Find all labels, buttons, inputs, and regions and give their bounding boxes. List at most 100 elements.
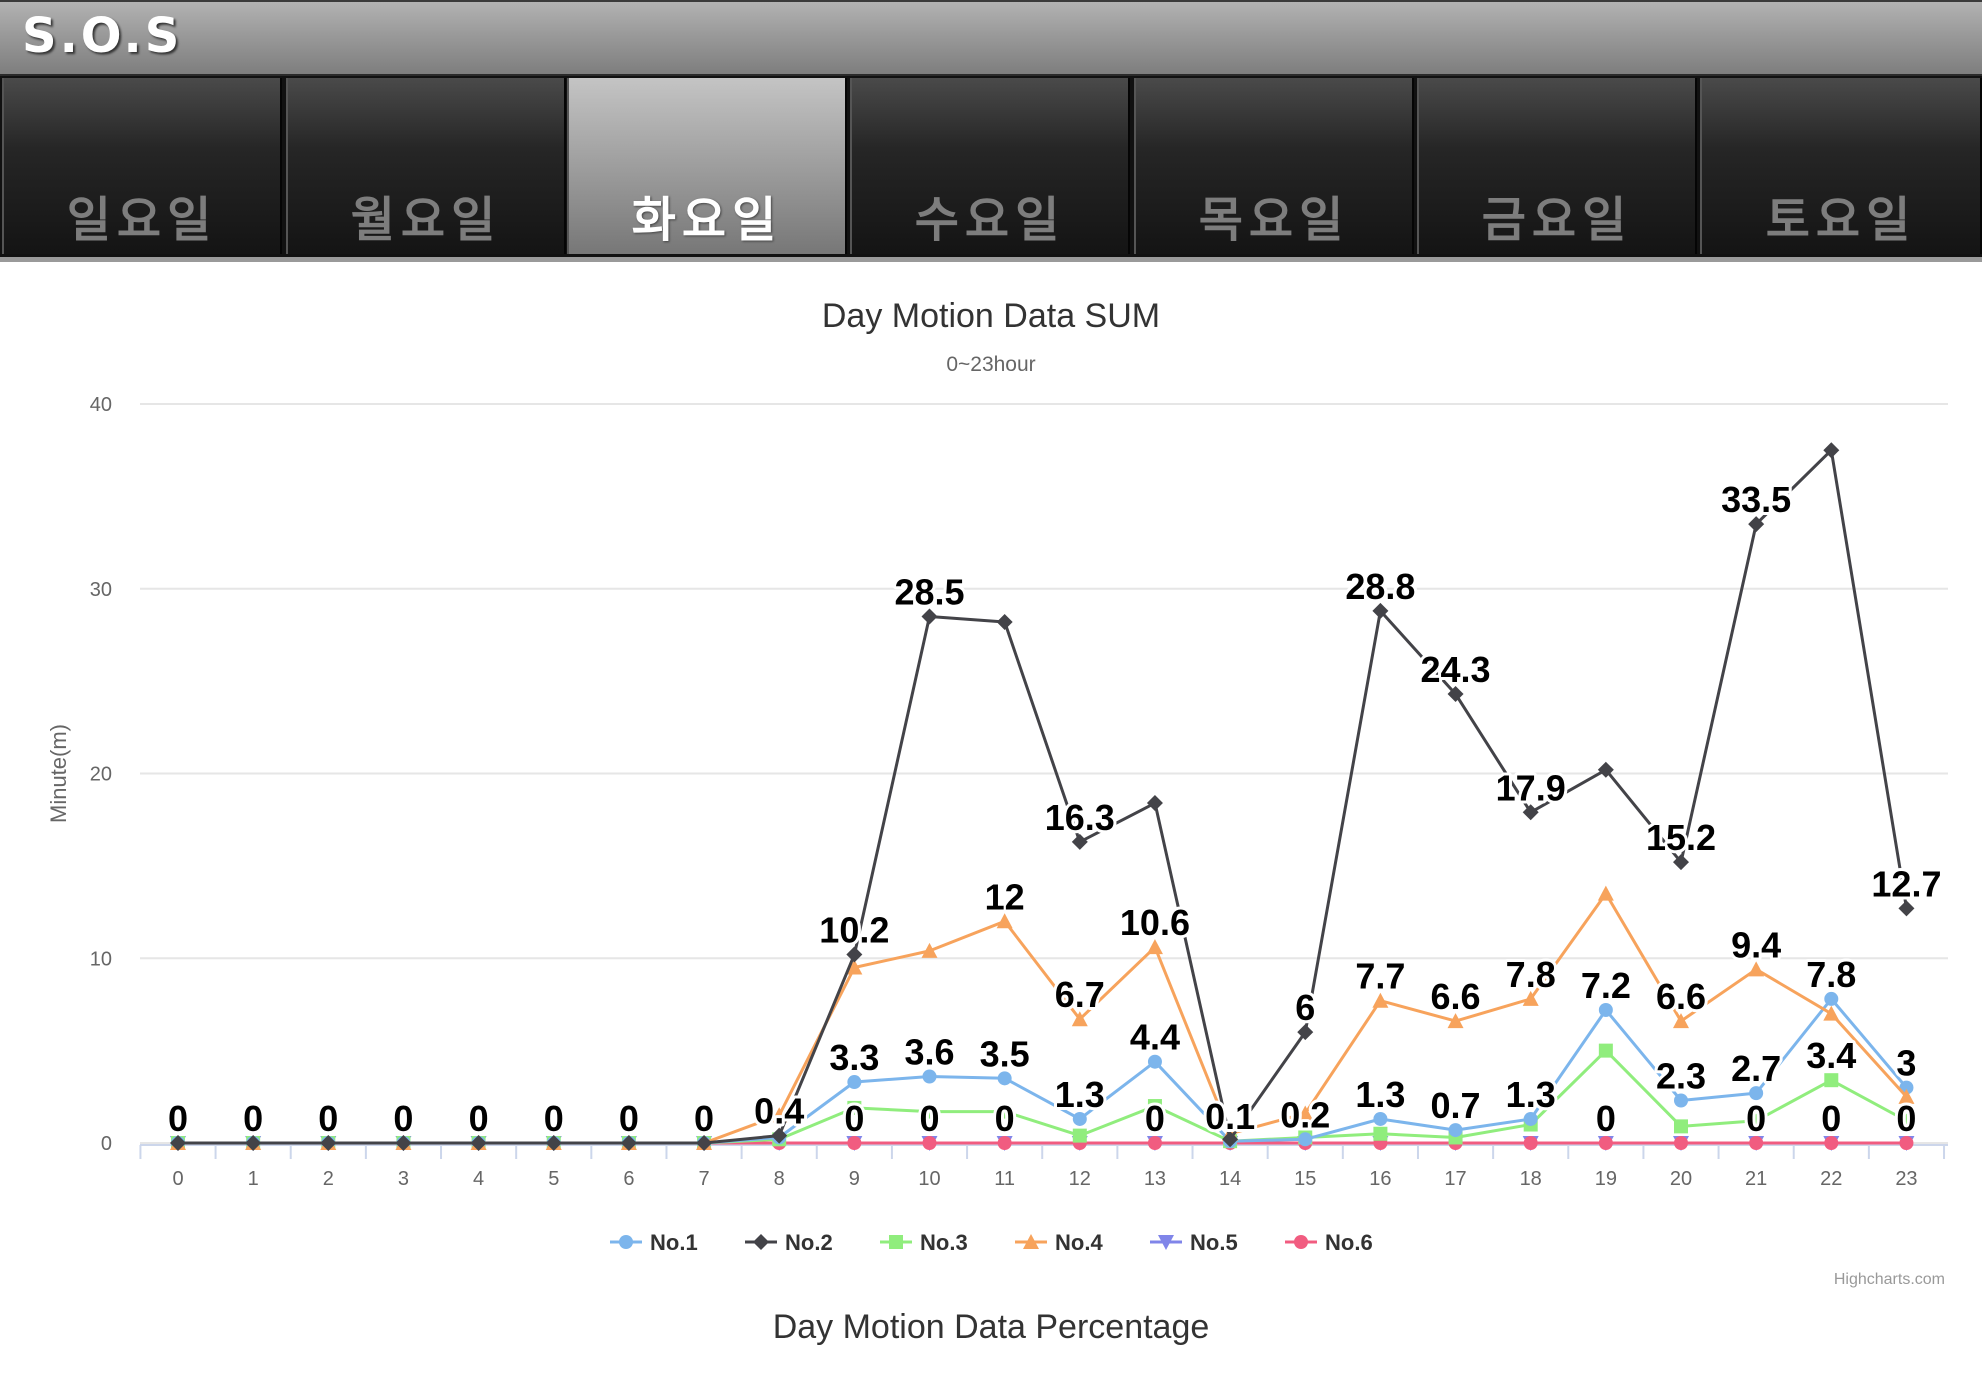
series-no3 [171,1043,1914,1150]
data-point-marker [921,942,938,958]
data-label: 3.6 [904,1031,954,1072]
series-line [178,1049,1908,1145]
percentage-chart-title: Day Motion Data Percentage [772,1308,1210,1346]
legend-item-no2[interactable]: No.2 [745,1230,833,1255]
tab-label: 수요일 [914,192,1066,248]
x-tick-label: 16 [1369,1168,1391,1190]
legend-label: No.5 [1190,1230,1238,1255]
tab-day-3[interactable]: 수요일 [850,78,1130,254]
legend-label: No.1 [650,1230,698,1255]
data-label: 7.2 [1581,965,1631,1006]
data-label: 2.7 [1731,1048,1781,1089]
series-line [178,997,1908,1145]
x-tick-label: 17 [1444,1168,1466,1190]
x-tick-label: 11 [994,1168,1015,1190]
y-tick-label: 20 [90,764,112,786]
tab-label: 월요일 [350,192,502,248]
data-point-marker [1373,1126,1388,1141]
data-label: 0 [995,1098,1015,1139]
data-label: 0.4 [754,1091,804,1132]
series-line [178,448,1908,1145]
x-tick-label: 14 [1219,1168,1241,1190]
data-label: 2.3 [1656,1056,1706,1097]
legend-item-no6[interactable]: No.6 [1285,1230,1373,1255]
legend-label: No.3 [920,1230,968,1255]
tab-label: 화요일 [631,192,783,248]
data-point-marker [1523,1136,1538,1150]
data-label: 4.4 [1130,1017,1180,1058]
legend-item-no3[interactable]: No.3 [880,1230,968,1255]
data-label: 3 [1896,1043,1916,1084]
data-label: 6.7 [1055,974,1105,1015]
data-label: 24.3 [1421,649,1491,690]
x-tick-label: 1 [248,1168,259,1190]
data-label: 0.1 [1205,1096,1255,1137]
legend-item-no5[interactable]: No.5 [1150,1230,1238,1255]
chart-credits[interactable]: Highcharts.com [1834,1271,1945,1288]
legend-item-no4[interactable]: No.4 [1015,1230,1103,1255]
x-tick-label: 18 [1520,1168,1542,1190]
data-label: 7.8 [1806,954,1856,995]
app-header: S.O.S [0,0,1982,76]
x-tick-label: 3 [398,1168,409,1190]
data-label: 6.6 [1656,976,1706,1017]
data-point-marker [1598,1043,1613,1058]
data-point-marker [1072,1128,1087,1143]
data-label: 6 [1295,987,1315,1028]
x-tick-label: 4 [473,1168,484,1190]
x-tick-label: 13 [1144,1168,1166,1190]
day-tab-bar: 일요일 월요일 화요일 수요일 목요일 금요일 토요일 [0,76,1982,262]
data-label: 12.7 [1871,863,1941,904]
legend-label: No.2 [785,1230,833,1255]
tab-day-6[interactable]: 토요일 [1700,78,1982,254]
tab-label: 토요일 [1765,192,1917,248]
data-label: 0 [318,1098,338,1139]
data-label: 1.3 [1055,1074,1105,1115]
data-label: 0.7 [1431,1085,1481,1126]
data-label: 1.3 [1506,1074,1556,1115]
tab-day-2[interactable]: 화요일 [567,78,847,254]
data-label: 15.2 [1646,817,1716,858]
data-label: 33.5 [1721,479,1791,520]
data-label: 10.6 [1120,902,1190,943]
data-point-marker [1674,1119,1688,1134]
x-tick-label: 9 [849,1168,860,1190]
legend-label: No.4 [1055,1230,1103,1255]
data-label: 0 [168,1098,188,1139]
x-tick-label: 0 [172,1168,183,1190]
tab-label: 일요일 [66,192,218,248]
data-label: 0.2 [1280,1094,1330,1135]
data-label: 0 [1145,1098,1165,1139]
tab-day-5[interactable]: 금요일 [1417,78,1697,254]
data-point-marker [1597,885,1614,901]
series-no4 [170,885,1915,1150]
legend-item-no1[interactable]: No.1 [610,1230,698,1255]
tab-day-1[interactable]: 월요일 [286,78,566,254]
data-label: 28.8 [1345,566,1415,607]
y-tick-label: 30 [90,579,112,601]
data-label: 28.5 [894,571,964,612]
x-tick-label: 22 [1820,1168,1842,1190]
data-label: 0 [844,1098,864,1139]
day-motion-sum-chart: Day Motion Data SUM0~23hour010203040Minu… [46,297,1948,1288]
data-label: 10.2 [819,910,889,951]
x-tick-label: 21 [1745,1168,1767,1190]
data-point-marker [753,1234,769,1250]
x-tick-label: 2 [323,1168,334,1190]
tab-day-0[interactable]: 일요일 [2,78,282,254]
y-tick-label: 0 [101,1133,112,1155]
data-label: 1.3 [1355,1074,1405,1115]
data-label: 17.9 [1496,767,1566,808]
x-tick-label: 8 [774,1168,785,1190]
data-label: 3.3 [829,1037,879,1078]
data-label: 0 [619,1098,639,1139]
chart-subtitle: 0~23hour [946,353,1035,376]
data-label: 0 [469,1098,489,1139]
tab-day-4[interactable]: 목요일 [1134,78,1414,254]
data-label: 0 [1596,1098,1616,1139]
y-axis-label: Minute(m) [46,724,71,823]
tab-label: 목요일 [1198,192,1350,248]
chart-title: Day Motion Data SUM [822,297,1160,335]
y-tick-label: 10 [90,948,112,970]
data-label: 0 [694,1098,714,1139]
